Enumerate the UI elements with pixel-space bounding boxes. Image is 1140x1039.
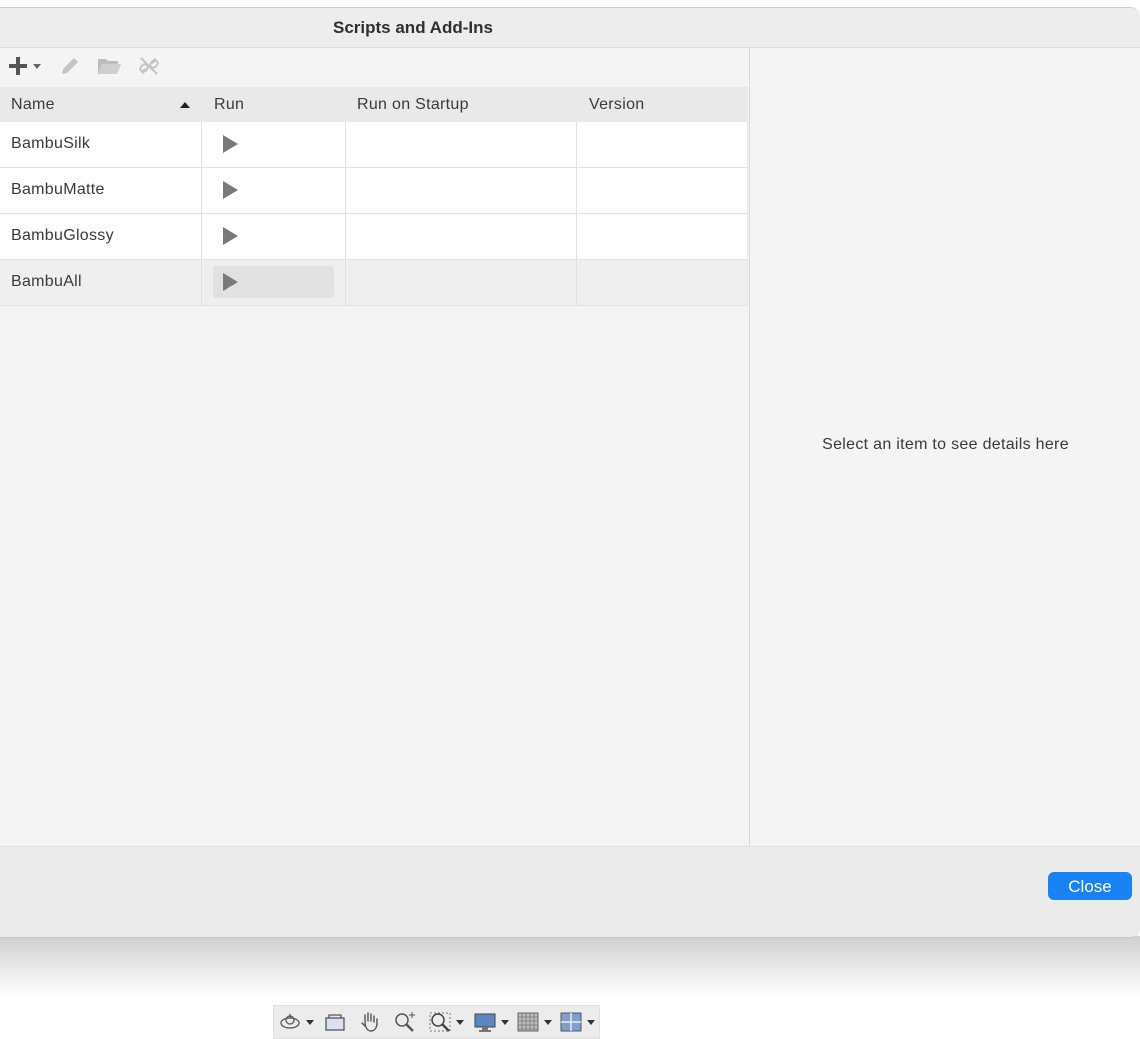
dialog-footer: Close	[0, 846, 1140, 937]
column-header-run-on-startup[interactable]: Run on Startup	[357, 96, 469, 114]
run-button[interactable]	[213, 220, 334, 252]
display-settings-button[interactable]	[473, 1010, 509, 1034]
run-cell	[202, 214, 346, 259]
scripts-list-panel: Name Run Run on Startup Version BambuSil…	[0, 48, 748, 846]
sort-ascending-icon	[180, 102, 190, 108]
run-cell	[202, 168, 346, 213]
edit-button[interactable]	[56, 53, 84, 79]
unlink-button[interactable]	[135, 53, 163, 79]
details-placeholder: Select an item to see details here	[822, 436, 1069, 453]
scripts-table-body: BambuSilk BambuMatte BambuGlossy BambuAl…	[0, 122, 748, 306]
look-at-button[interactable]	[323, 1010, 347, 1034]
dialog-shadow	[0, 936, 1140, 996]
version-cell	[577, 122, 748, 167]
fit-zoom-icon	[429, 1012, 451, 1032]
column-header-run[interactable]: Run	[214, 96, 244, 114]
fit-zoom-button[interactable]	[428, 1010, 464, 1034]
run-on-startup-cell	[346, 168, 577, 213]
chevron-down-icon	[544, 1019, 552, 1025]
pan-hand-icon	[361, 1012, 378, 1032]
details-panel: Select an item to see details here	[749, 48, 1140, 846]
run-button[interactable]	[213, 128, 334, 160]
name-cell: BambuMatte	[0, 168, 202, 213]
add-button[interactable]	[4, 53, 44, 79]
run-on-startup-cell	[346, 122, 577, 167]
version-cell	[577, 168, 748, 213]
pencil-icon	[62, 58, 78, 74]
table-row[interactable]: BambuSilk	[0, 122, 748, 168]
unlink-icon	[139, 57, 159, 75]
run-cell	[202, 260, 346, 305]
run-on-startup-cell	[346, 214, 577, 259]
scripts-addins-dialog: Scripts and Add-Ins Name Run Run on Star…	[0, 7, 1140, 938]
chevron-down-icon	[33, 63, 41, 69]
play-icon	[223, 273, 238, 291]
name-cell: BambuAll	[0, 260, 202, 305]
display-settings-icon	[474, 1013, 496, 1032]
zoom-button[interactable]	[393, 1010, 417, 1034]
play-icon	[223, 181, 238, 199]
name-cell: BambuSilk	[0, 122, 202, 167]
column-header-version[interactable]: Version	[589, 96, 644, 114]
name-cell: BambuGlossy	[0, 214, 202, 259]
navigation-toolbar	[273, 1005, 600, 1039]
column-header-name[interactable]: Name	[11, 96, 55, 114]
orbit-icon	[280, 1014, 300, 1029]
script-name: BambuSilk	[11, 135, 91, 152]
folder-icon	[98, 59, 121, 74]
viewports-icon	[560, 1012, 582, 1032]
list-toolbar	[0, 48, 748, 87]
table-row-selected[interactable]: BambuAll	[0, 260, 748, 306]
version-cell	[577, 260, 748, 305]
script-name: BambuMatte	[11, 181, 105, 198]
zoom-icon	[395, 1012, 415, 1032]
table-row[interactable]: BambuGlossy	[0, 214, 748, 260]
open-folder-button[interactable]	[95, 53, 123, 79]
script-name: BambuAll	[11, 273, 82, 290]
run-cell	[202, 122, 346, 167]
chevron-down-icon	[587, 1019, 595, 1025]
table-header: Name Run Run on Startup Version	[0, 87, 748, 122]
grid-button[interactable]	[516, 1010, 552, 1034]
run-button[interactable]	[213, 266, 334, 298]
script-name: BambuGlossy	[11, 227, 114, 244]
run-button[interactable]	[213, 174, 334, 206]
plus-icon	[9, 57, 27, 75]
close-button[interactable]: Close	[1048, 872, 1132, 900]
chevron-down-icon	[501, 1019, 509, 1025]
version-cell	[577, 214, 748, 259]
pan-button[interactable]	[358, 1010, 382, 1034]
dialog-title: Scripts and Add-Ins	[333, 18, 493, 37]
look-at-icon	[325, 1014, 345, 1031]
viewports-button[interactable]	[559, 1010, 595, 1034]
grid-icon	[517, 1012, 539, 1032]
chevron-down-icon	[456, 1019, 464, 1025]
dialog-titlebar: Scripts and Add-Ins	[0, 8, 1140, 48]
play-icon	[223, 227, 238, 245]
play-icon	[223, 135, 238, 153]
table-row[interactable]: BambuMatte	[0, 168, 748, 214]
orbit-button[interactable]	[278, 1010, 314, 1034]
run-on-startup-cell	[346, 260, 577, 305]
chevron-down-icon	[306, 1019, 314, 1025]
